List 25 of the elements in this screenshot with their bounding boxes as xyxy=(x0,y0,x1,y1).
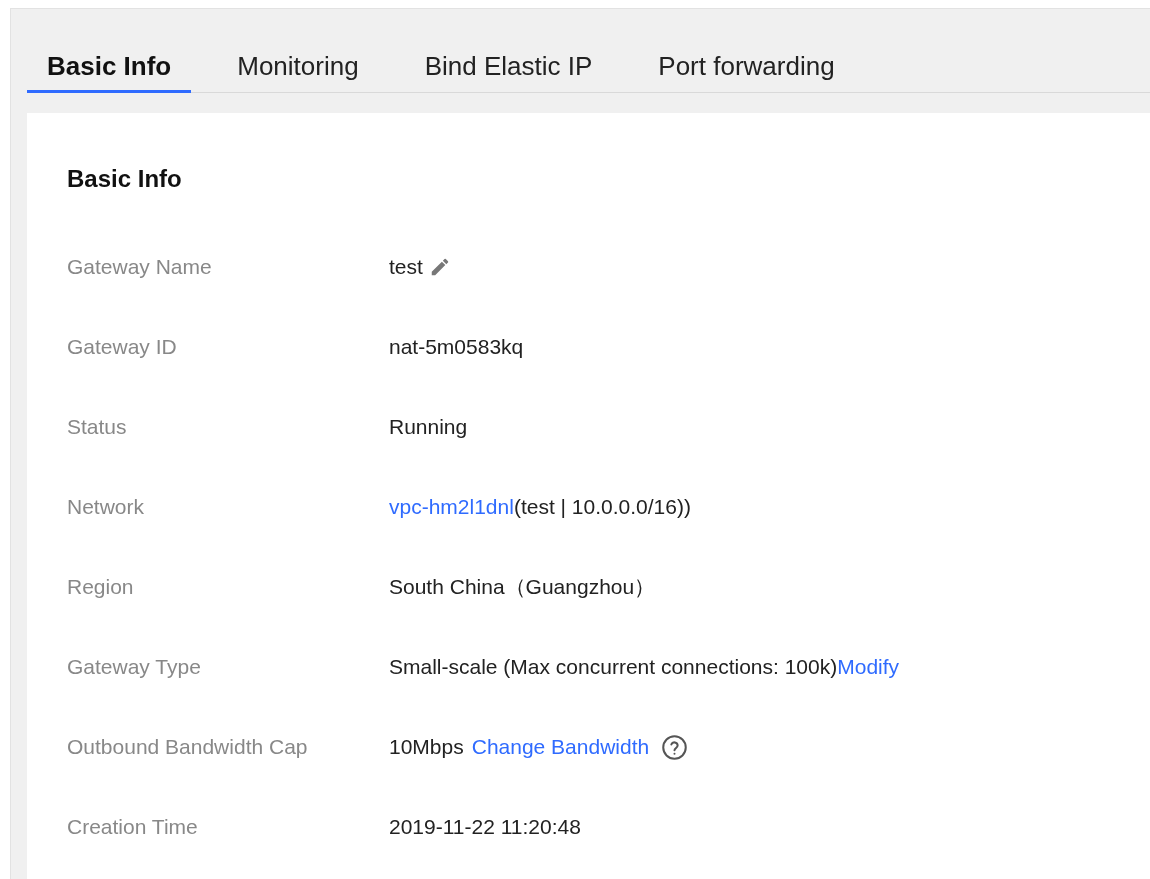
field-value: nat-5m0583kq xyxy=(389,334,524,361)
field-label: Creation Time xyxy=(67,814,199,841)
link[interactable]: vpc-hm2l1dnl xyxy=(389,491,514,523)
field-value: 2019-11-22 11:20:48 xyxy=(389,814,581,841)
section-title: Basic Info xyxy=(67,164,182,194)
tab[interactable]: Monitoring xyxy=(217,43,379,93)
field-value: test xyxy=(389,254,423,281)
link[interactable]: Modify xyxy=(837,651,900,683)
link[interactable]: Change Bandwidth xyxy=(471,731,650,763)
tab[interactable]: Bind Elastic IP xyxy=(404,43,613,93)
field-label: Gateway Type xyxy=(67,654,202,681)
tab[interactable]: Basic Info xyxy=(27,43,192,93)
field-value: (test | 10.0.0.0/16)) xyxy=(513,494,691,521)
field-label: Network xyxy=(67,494,146,521)
field-value: 10Mbps xyxy=(389,734,464,761)
field-label: Gateway ID xyxy=(67,334,178,361)
field-label: Outbound Bandwidth Cap xyxy=(67,734,309,761)
tab[interactable]: Port forwarding xyxy=(638,43,855,93)
help-icon[interactable] xyxy=(661,733,689,761)
field-value: South China（Guangzhou） xyxy=(389,574,656,601)
field-value: Running xyxy=(389,414,468,441)
field-label: Region xyxy=(67,574,135,601)
field-value: Small-scale (Max concurrent connections: 100k) xyxy=(389,654,838,681)
field-label: Gateway Name xyxy=(67,254,213,281)
field-label: Status xyxy=(67,414,128,441)
